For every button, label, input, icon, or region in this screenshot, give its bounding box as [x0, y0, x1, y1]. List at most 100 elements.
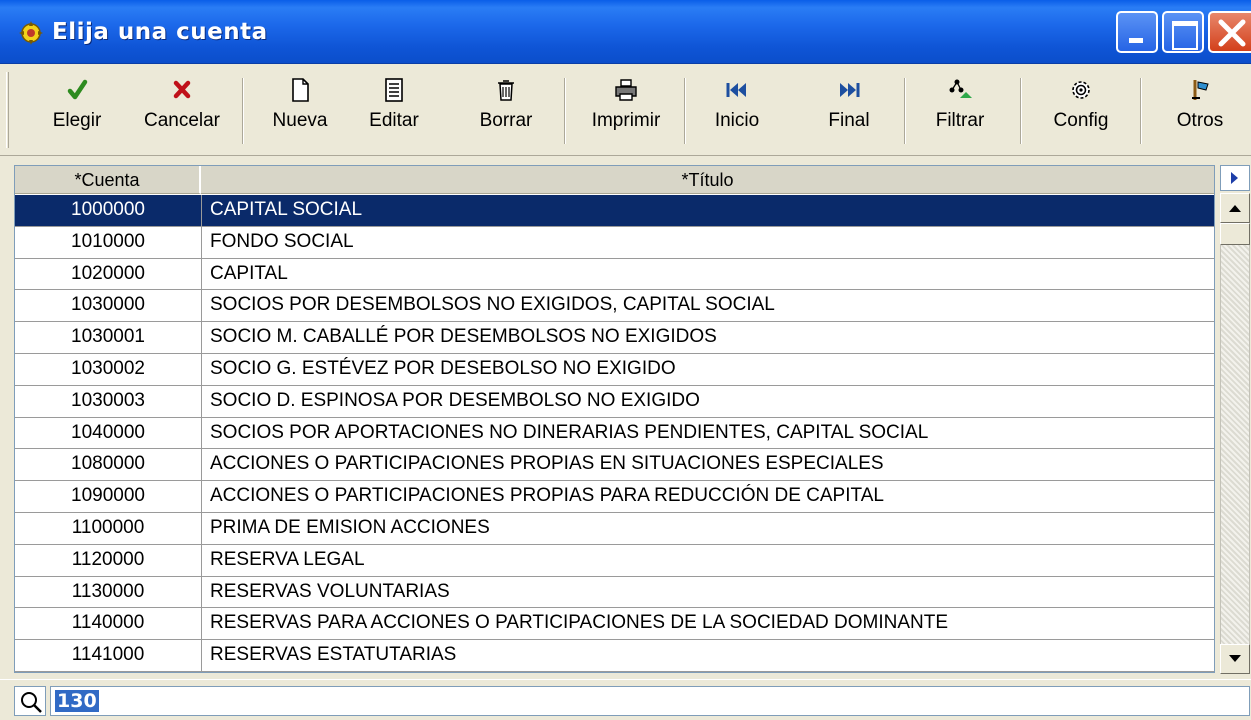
first-button[interactable]: Inicio — [706, 76, 768, 146]
tools-icon — [1192, 80, 1209, 100]
table-row[interactable]: 1020000 CAPITAL — [15, 258, 1214, 291]
table-row[interactable]: 1010000 FONDO SOCIAL — [15, 226, 1214, 259]
cell-titulo: CAPITAL — [210, 262, 288, 284]
cell-titulo: SOCIO G. ESTÉVEZ POR DESEBOLSO NO EXIGID… — [210, 357, 676, 379]
last-record-icon — [840, 83, 860, 97]
table-row[interactable]: 1130000 RESERVAS VOLUNTARIAS — [15, 576, 1214, 609]
search-value: 130 — [55, 690, 99, 712]
config-button[interactable]: Config — [1044, 76, 1118, 146]
scroll-thumb[interactable] — [1220, 223, 1250, 245]
new-button[interactable]: Nueva — [262, 76, 338, 146]
cell-cuenta: 1010000 — [15, 226, 202, 258]
toolbar-separator — [1140, 78, 1142, 144]
table-row[interactable]: 1030000 SOCIOS POR DESEMBOLSOS NO EXIGIDO… — [15, 290, 1214, 323]
search-input[interactable]: 130 — [50, 686, 1250, 716]
arrow-down-icon — [1229, 655, 1241, 662]
gear-icon — [1072, 81, 1090, 99]
scroll-track[interactable] — [1220, 193, 1250, 674]
edit-button[interactable]: Editar — [356, 76, 432, 146]
magnifier-icon — [21, 692, 42, 713]
grid-rows: 1000000 CAPITAL SOCIAL 1010000 FONDO SOCIAL… — [15, 195, 1214, 672]
cell-titulo: RESERVAS PARA ACCIONES O PARTICIPACIONES… — [210, 612, 949, 634]
cell-titulo: SOCIO M. CABALLÉ POR DESEMBOLSOS NO EXIG… — [210, 326, 717, 348]
title-bar: Elija una cuenta — [0, 0, 1251, 64]
new-document-icon — [292, 78, 309, 102]
cell-cuenta: 1030003 — [15, 385, 202, 417]
cell-titulo: RESERVA LEGAL — [210, 548, 365, 570]
vertical-scrollbar[interactable] — [1220, 165, 1250, 674]
edit-document-icon — [385, 78, 403, 102]
cell-titulo: PRIMA DE EMISION ACCIONES — [210, 516, 490, 538]
cross-icon — [173, 80, 191, 99]
column-selector[interactable] — [1220, 165, 1250, 191]
cell-titulo: SOCIO D. ESPINOSA POR DESEMBOLSO NO EXIG… — [210, 389, 700, 411]
delete-button[interactable]: Borrar — [466, 76, 546, 146]
toolbar-grip[interactable] — [6, 72, 9, 148]
scroll-up-button[interactable] — [1220, 193, 1250, 223]
cell-titulo: FONDO SOCIAL — [210, 230, 354, 252]
triangle-right-icon — [1231, 172, 1238, 184]
table-row[interactable]: 1000000 CAPITAL SOCIAL — [15, 195, 1214, 227]
filter-button[interactable]: Filtrar — [926, 76, 994, 146]
table-row[interactable]: 1090000 ACCIONES O PARTICIPACIONES PROPIA… — [15, 481, 1214, 513]
filter-icon — [949, 79, 972, 98]
toolbar: Elegir Cancelar Nueva Editar Borrar Impr… — [0, 64, 1251, 156]
cell-cuenta: 1100000 — [15, 512, 202, 544]
table-row[interactable]: 1040000 SOCIOS POR APORTACIONES NO DINERA… — [15, 417, 1214, 450]
cell-cuenta: 1140000 — [15, 608, 202, 640]
cell-titulo: RESERVAS ESTATUTARIAS — [210, 644, 457, 666]
choose-button[interactable]: Elegir — [46, 76, 108, 146]
table-row[interactable]: 1030002 SOCIO G. ESTÉVEZ POR DESEBOLSO NO… — [15, 353, 1214, 386]
last-button[interactable]: Final — [818, 76, 880, 146]
cell-cuenta: 1030000 — [15, 290, 202, 322]
printer-icon — [615, 79, 637, 101]
column-header-cuenta[interactable]: *Cuenta — [15, 166, 201, 194]
maximize-button[interactable] — [1162, 11, 1204, 53]
cell-cuenta: 1030001 — [15, 322, 202, 353]
trash-icon — [498, 80, 514, 101]
toolbar-separator — [564, 78, 566, 144]
cell-titulo: ACCIONES O PARTICIPACIONES PROPIAS EN SI… — [210, 453, 884, 475]
close-button[interactable] — [1208, 11, 1251, 53]
table-row[interactable]: 1120000 RESERVA LEGAL — [15, 544, 1214, 577]
table-row[interactable]: 1030003 SOCIO D. ESPINOSA POR DESEMBOLSO … — [15, 385, 1214, 418]
cell-cuenta: 1000000 — [15, 195, 202, 226]
toolbar-separator — [1020, 78, 1022, 144]
cell-cuenta: 1020000 — [15, 258, 202, 290]
cell-titulo: ACCIONES O PARTICIPACIONES PROPIAS PARA … — [210, 485, 884, 507]
toolbar-separator — [904, 78, 906, 144]
cell-titulo: CAPITAL SOCIAL — [210, 199, 363, 220]
minimize-button[interactable] — [1116, 11, 1158, 53]
toolbar-separator — [242, 78, 244, 144]
table-row[interactable]: 1080000 ACCIONES O PARTICIPACIONES PROPIA… — [15, 449, 1214, 482]
cell-cuenta: 1130000 — [15, 576, 202, 608]
cell-titulo: RESERVAS VOLUNTARIAS — [210, 580, 450, 602]
arrow-up-icon — [1229, 205, 1241, 212]
toolbar-separator — [684, 78, 686, 144]
search-bar: 130 — [0, 679, 1251, 720]
cell-titulo: SOCIOS POR DESEMBOLSOS NO EXIGIDOS, CAPI… — [210, 294, 775, 316]
check-icon — [67, 79, 88, 100]
close-icon — [1218, 19, 1246, 47]
scroll-down-button[interactable] — [1220, 644, 1250, 674]
window-title: Elija una cuenta — [52, 19, 268, 45]
cancel-button[interactable]: Cancelar — [134, 76, 230, 146]
others-button[interactable]: Otros — [1166, 76, 1234, 146]
cell-cuenta: 1080000 — [15, 449, 202, 481]
cell-cuenta: 1141000 — [15, 640, 202, 671]
cell-cuenta: 1090000 — [15, 481, 202, 512]
first-record-icon — [726, 83, 746, 97]
accounts-grid[interactable]: *Cuenta *Título 1000000 CAPITAL SOCIAL 101… — [14, 165, 1215, 673]
table-row[interactable]: 1100000 PRIMA DE EMISION ACCIONES — [15, 512, 1214, 545]
table-row[interactable]: 1140000 RESERVAS PARA ACCIONES O PARTICIP… — [15, 608, 1214, 641]
cell-titulo: SOCIOS POR APORTACIONES NO DINERARIAS PE… — [210, 421, 929, 443]
cell-cuenta: 1120000 — [15, 544, 202, 576]
cell-cuenta: 1040000 — [15, 417, 202, 449]
print-button[interactable]: Imprimir — [578, 76, 674, 146]
cell-cuenta: 1030002 — [15, 353, 202, 385]
table-row[interactable]: 1030001 SOCIO M. CABALLÉ POR DESEMBOLSOS … — [15, 322, 1214, 354]
app-icon — [19, 21, 43, 45]
table-row[interactable]: 1141000 RESERVAS ESTATUTARIAS — [15, 640, 1214, 672]
column-header-titulo[interactable]: *Título — [201, 166, 1214, 194]
search-button[interactable] — [14, 686, 46, 716]
